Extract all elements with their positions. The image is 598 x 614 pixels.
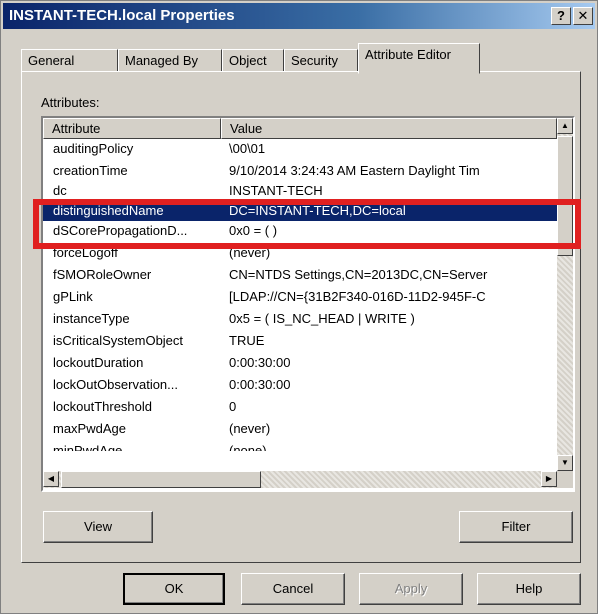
attribute-name: isCriticalSystemObject <box>53 333 184 348</box>
table-row[interactable]: maxPwdAge (never) <box>43 419 557 439</box>
attributes-caption: Attributes: <box>41 95 100 110</box>
vertical-scroll-thumb[interactable] <box>557 136 573 256</box>
scroll-up-icon[interactable]: ▲ <box>557 118 573 134</box>
tab-object[interactable]: Object <box>222 49 284 73</box>
table-row[interactable]: creationTime 9/10/2014 3:24:43 AM Easter… <box>43 161 557 181</box>
table-row[interactable]: instanceType 0x5 = ( IS_NC_HEAD | WRITE … <box>43 309 557 329</box>
attribute-name: fSMORoleOwner <box>53 267 152 282</box>
attribute-value: INSTANT-TECH <box>229 183 323 198</box>
list-header: Attribute Value <box>43 118 557 139</box>
table-row[interactable]: auditingPolicy \00\01 <box>43 139 557 159</box>
table-row[interactable]: lockOutObservation... 0:00:30:00 <box>43 375 557 395</box>
vertical-scrollbar[interactable]: ▲ ▼ <box>557 118 573 471</box>
attribute-name: lockoutThreshold <box>53 399 152 414</box>
attribute-value: DC=INSTANT-TECH,DC=local <box>229 203 406 218</box>
attribute-name: gPLink <box>53 289 93 304</box>
table-row[interactable]: forceLogoff (never) <box>43 243 557 263</box>
attribute-value: 0x0 = ( ) <box>229 223 278 238</box>
view-button-label: View <box>84 519 112 534</box>
attribute-value: 0:00:30:00 <box>229 355 291 370</box>
scroll-right-icon[interactable]: ▶ <box>541 471 557 487</box>
attribute-value: (none) <box>229 443 267 451</box>
close-icon[interactable]: ✕ <box>573 7 593 25</box>
table-row[interactable]: fSMORoleOwner CN=NTDS Settings,CN=2013DC… <box>43 265 557 285</box>
help-icon[interactable]: ? <box>551 7 571 25</box>
attribute-name: minPwdAge <box>53 443 123 451</box>
attribute-name: instanceType <box>53 311 130 326</box>
tab-attribute-editor[interactable]: Attribute Editor <box>358 43 480 74</box>
attribute-value: 0:00:30:00 <box>229 377 291 392</box>
table-row[interactable]: isCriticalSystemObject TRUE <box>43 331 557 351</box>
attribute-value: TRUE <box>229 333 265 348</box>
apply-button[interactable]: Apply <box>359 573 463 605</box>
attribute-name: forceLogoff <box>53 245 118 260</box>
attribute-name: maxPwdAge <box>53 421 126 436</box>
table-row[interactable]: gPLink [LDAP://CN={31B2F340-016D-11D2-94… <box>43 287 557 307</box>
attribute-name: dSCorePropagationD... <box>53 223 188 238</box>
attribute-value: [LDAP://CN={31B2F340-016D-11D2-945F-C <box>229 289 486 304</box>
scroll-left-icon[interactable]: ◀ <box>43 471 59 487</box>
list-rows: auditingPolicy \00\01 creationTime 9/10/… <box>43 139 557 471</box>
help-button[interactable]: Help <box>477 573 581 605</box>
tab-general[interactable]: General <box>21 49 118 73</box>
attribute-name: lockOutObservation... <box>53 377 178 392</box>
tab-security[interactable]: Security <box>284 49 358 73</box>
attribute-list[interactable]: Attribute Value auditingPolicy \00\01 cr… <box>41 116 575 492</box>
attribute-value: \00\01 <box>229 141 266 156</box>
attribute-value: 0x5 = ( IS_NC_HEAD | WRITE ) <box>229 311 415 326</box>
attribute-value: (never) <box>229 245 271 260</box>
scroll-down-icon[interactable]: ▼ <box>557 455 573 471</box>
properties-dialog: INSTANT-TECH.local Properties ? ✕ Genera… <box>0 0 598 614</box>
column-header-attribute[interactable]: Attribute <box>43 118 221 139</box>
attribute-value: 0 <box>229 399 237 414</box>
window-title: INSTANT-TECH.local Properties <box>9 7 235 24</box>
attribute-name: lockoutDuration <box>53 355 144 370</box>
filter-button-label: Filter <box>501 519 531 534</box>
horizontal-scrollbar[interactable]: ◀ ▶ <box>43 471 557 488</box>
cancel-button[interactable]: Cancel <box>241 573 345 605</box>
table-row[interactable]: lockoutDuration 0:00:30:00 <box>43 353 557 373</box>
attribute-value: (never) <box>229 421 271 436</box>
scroll-corner <box>557 471 573 488</box>
table-row[interactable]: dc INSTANT-TECH <box>43 181 557 201</box>
view-button[interactable]: View <box>43 511 153 543</box>
table-row[interactable]: minPwdAge (none) <box>43 441 557 451</box>
attribute-name: auditingPolicy <box>53 141 134 156</box>
attribute-name: dc <box>53 183 67 198</box>
title-bar: INSTANT-TECH.local Properties ? ✕ <box>3 3 595 29</box>
table-row-selected[interactable]: distinguishedName DC=INSTANT-TECH,DC=loc… <box>43 201 557 221</box>
attribute-value: CN=NTDS Settings,CN=2013DC,CN=Server <box>229 267 488 282</box>
table-row[interactable]: dSCorePropagationD... 0x0 = ( ) <box>43 221 557 241</box>
column-header-value[interactable]: Value <box>221 118 557 139</box>
attribute-name: distinguishedName <box>53 203 164 218</box>
attribute-value: 9/10/2014 3:24:43 AM Eastern Daylight Ti… <box>229 163 480 178</box>
table-row[interactable]: lockoutThreshold 0 <box>43 397 557 417</box>
tab-managed-by[interactable]: Managed By <box>118 49 222 73</box>
horizontal-scroll-thumb[interactable] <box>61 471 261 488</box>
ok-button[interactable]: OK <box>123 573 225 605</box>
attribute-name: creationTime <box>53 163 128 178</box>
filter-button[interactable]: Filter <box>459 511 573 543</box>
